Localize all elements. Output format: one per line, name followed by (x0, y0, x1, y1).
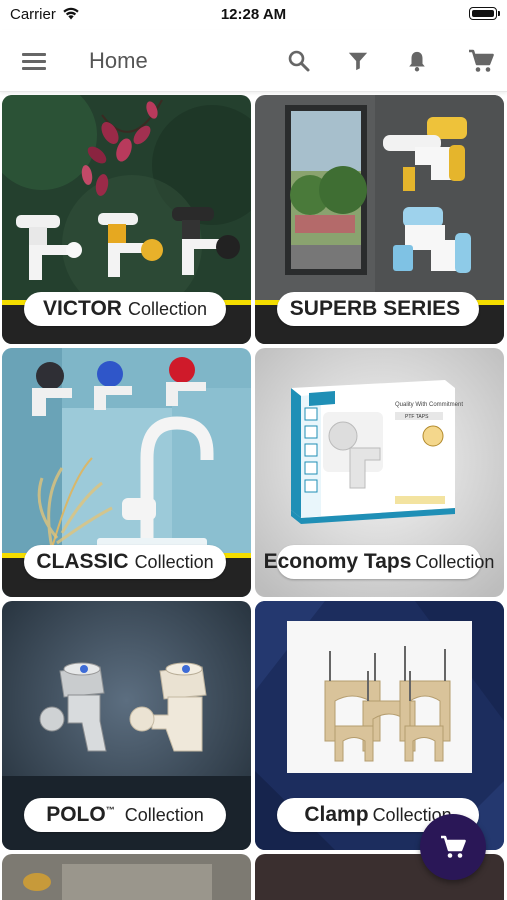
collection-tile-economy[interactable]: Quality With Commitment PTF TAPS Economy… (255, 348, 504, 597)
floating-cart-button[interactable] (420, 814, 486, 880)
cart-icon (441, 835, 466, 858)
cart-icon[interactable] (466, 46, 496, 76)
partial-product-image (2, 854, 251, 900)
collection-label: SUPERB SERIES (277, 292, 479, 326)
bell-icon[interactable] (402, 46, 432, 76)
collection-tile-partial-left[interactable] (2, 854, 251, 900)
svg-text:PTF TAPS: PTF TAPS (405, 414, 429, 420)
filter-icon[interactable] (343, 46, 373, 76)
app-bar: Home (0, 30, 507, 92)
svg-text:Quality With Commitment: Quality With Commitment (395, 402, 463, 408)
collection-tile-classic[interactable]: CLASSIC Collection (2, 348, 251, 597)
collection-tile-polo[interactable]: POLO ™ Collection (2, 601, 251, 850)
menu-icon[interactable] (22, 50, 48, 72)
clock: 12:28 AM (220, 6, 287, 23)
status-bar: Carrier 12:28 AM (0, 0, 507, 30)
search-icon[interactable] (284, 46, 314, 76)
battery-icon (469, 7, 500, 20)
collection-tile-clamp[interactable]: Clamp Collection (255, 601, 504, 850)
collection-tile-superb[interactable]: SUPERB SERIES (255, 95, 504, 344)
collection-label: POLO ™ Collection (24, 798, 226, 832)
collection-label: CLASSIC Collection (24, 545, 226, 579)
collection-label: Economy Taps Collection (264, 545, 494, 579)
collection-tile-victor[interactable]: VICTOR Collection (2, 95, 251, 344)
page-title: Home (89, 48, 148, 73)
collection-label: VICTOR Collection (24, 292, 226, 326)
